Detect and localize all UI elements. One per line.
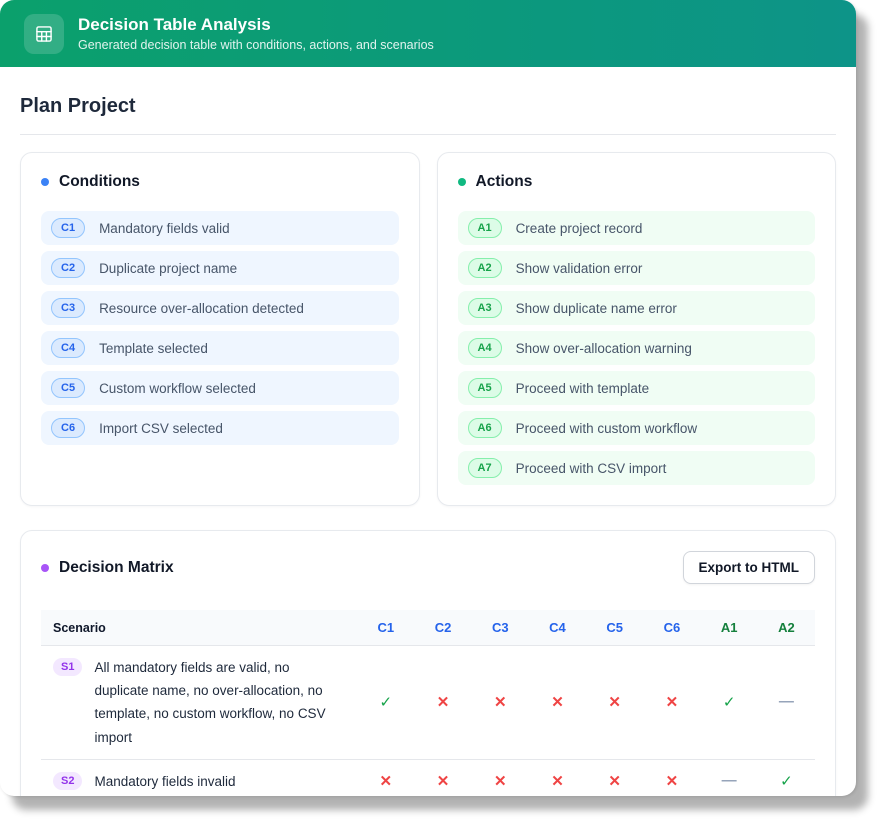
scenario-row: S1 All mandatory fields are valid, no dup… xyxy=(41,646,815,760)
table-grid-icon xyxy=(24,14,64,54)
item-id-badge: C6 xyxy=(51,418,85,438)
item-label: Import CSV selected xyxy=(99,421,223,436)
item-label: Proceed with CSV import xyxy=(516,461,667,476)
item-label: Duplicate project name xyxy=(99,261,237,276)
item-label: Create project record xyxy=(516,221,643,236)
cross-mark-icon: ✕ xyxy=(494,694,507,711)
cross-mark-icon: ✕ xyxy=(551,694,564,711)
scenario-row: S2 Mandatory fields invalid ✕ ✕ ✕ ✕ ✕ ✕ — ✓ xyxy=(41,759,815,796)
decision-matrix-card: Decision Matrix Export to HTML ScenarioC… xyxy=(20,530,836,796)
column-header-scenario: Scenario xyxy=(41,610,357,646)
list-item: C3 Resource over-allocation detected xyxy=(41,291,399,325)
list-item: A1 Create project record xyxy=(458,211,816,245)
cross-mark-icon: ✕ xyxy=(437,694,450,711)
item-id-badge: C3 xyxy=(51,298,85,318)
item-id-badge: A4 xyxy=(468,338,502,358)
item-id-badge: A7 xyxy=(468,458,502,478)
conditions-list: C1 Mandatory fields valid C2 Duplicate p… xyxy=(41,211,399,445)
app-title: Decision Table Analysis xyxy=(78,15,434,35)
item-id-badge: C2 xyxy=(51,258,85,278)
conditions-title: Conditions xyxy=(59,173,140,191)
column-header-a1: A1 xyxy=(701,610,758,646)
item-label: Show duplicate name error xyxy=(516,301,677,316)
item-label: Show validation error xyxy=(516,261,643,276)
list-item: A3 Show duplicate name error xyxy=(458,291,816,325)
app-header: Decision Table Analysis Generated decisi… xyxy=(0,0,856,67)
check-mark-icon: ✓ xyxy=(780,773,793,790)
column-header-c1: C1 xyxy=(357,610,414,646)
item-id-badge: A5 xyxy=(468,378,502,398)
item-label: Template selected xyxy=(99,341,208,356)
item-label: Show over-allocation warning xyxy=(516,341,692,356)
check-mark-icon: ✓ xyxy=(723,694,736,711)
matrix-header-row: ScenarioC1C2C3C4C5C6A1A2 xyxy=(41,610,815,646)
column-header-c3: C3 xyxy=(472,610,529,646)
list-item: A4 Show over-allocation warning xyxy=(458,331,816,365)
item-id-badge: C1 xyxy=(51,218,85,238)
scenario-id-badge: S1 xyxy=(53,658,82,676)
cross-mark-icon: ✕ xyxy=(494,773,507,790)
item-label: Proceed with template xyxy=(516,381,650,396)
conditions-dot-icon xyxy=(41,178,49,186)
actions-dot-icon xyxy=(458,178,466,186)
dash-mark-icon: — xyxy=(779,693,794,710)
list-item: C6 Import CSV selected xyxy=(41,411,399,445)
cross-mark-icon: ✕ xyxy=(380,773,393,790)
list-item: A5 Proceed with template xyxy=(458,371,816,405)
item-label: Mandatory fields valid xyxy=(99,221,230,236)
app-subtitle: Generated decision table with conditions… xyxy=(78,38,434,52)
item-label: Custom workflow selected xyxy=(99,381,256,396)
cross-mark-icon: ✕ xyxy=(608,694,621,711)
list-item: C1 Mandatory fields valid xyxy=(41,211,399,245)
scenario-description: Mandatory fields invalid xyxy=(94,770,235,793)
item-id-badge: A6 xyxy=(468,418,502,438)
item-id-badge: C5 xyxy=(51,378,85,398)
cross-mark-icon: ✕ xyxy=(666,773,679,790)
list-item: A6 Proceed with custom workflow xyxy=(458,411,816,445)
list-item: C5 Custom workflow selected xyxy=(41,371,399,405)
scenario-description: All mandatory fields are valid, no dupli… xyxy=(94,656,345,749)
item-id-badge: A1 xyxy=(468,218,502,238)
column-header-a2: A2 xyxy=(758,610,815,646)
cross-mark-icon: ✕ xyxy=(666,694,679,711)
check-mark-icon: ✓ xyxy=(380,694,393,711)
item-id-badge: C4 xyxy=(51,338,85,358)
column-header-c5: C5 xyxy=(586,610,643,646)
cards-grid: Conditions C1 Mandatory fields valid C2 … xyxy=(20,152,836,506)
matrix-body: S1 All mandatory fields are valid, no dup… xyxy=(41,646,815,797)
column-header-c4: C4 xyxy=(529,610,586,646)
page-title: Plan Project xyxy=(20,95,836,135)
decision-matrix-table: ScenarioC1C2C3C4C5C6A1A2 S1 All mandatory… xyxy=(41,610,815,796)
list-item: C4 Template selected xyxy=(41,331,399,365)
matrix-title: Decision Matrix xyxy=(59,559,174,577)
app-window: Decision Table Analysis Generated decisi… xyxy=(0,0,856,796)
dash-mark-icon: — xyxy=(722,772,737,789)
item-id-badge: A2 xyxy=(468,258,502,278)
cross-mark-icon: ✕ xyxy=(551,773,564,790)
item-id-badge: A3 xyxy=(468,298,502,318)
column-header-c2: C2 xyxy=(414,610,471,646)
list-item: C2 Duplicate project name xyxy=(41,251,399,285)
list-item: A2 Show validation error xyxy=(458,251,816,285)
actions-title: Actions xyxy=(476,173,533,191)
page-content: Plan Project Conditions C1 Mandatory fie… xyxy=(0,67,856,796)
actions-card: Actions A1 Create project record A2 Show… xyxy=(437,152,837,506)
list-item: A7 Proceed with CSV import xyxy=(458,451,816,485)
cross-mark-icon: ✕ xyxy=(437,773,450,790)
conditions-card: Conditions C1 Mandatory fields valid C2 … xyxy=(20,152,420,506)
scenario-id-badge: S2 xyxy=(53,772,82,790)
column-header-c6: C6 xyxy=(643,610,700,646)
export-to-html-button[interactable]: Export to HTML xyxy=(683,551,816,584)
item-label: Resource over-allocation detected xyxy=(99,301,304,316)
cross-mark-icon: ✕ xyxy=(608,773,621,790)
actions-list: A1 Create project record A2 Show validat… xyxy=(458,211,816,485)
item-label: Proceed with custom workflow xyxy=(516,421,698,436)
matrix-dot-icon xyxy=(41,564,49,572)
